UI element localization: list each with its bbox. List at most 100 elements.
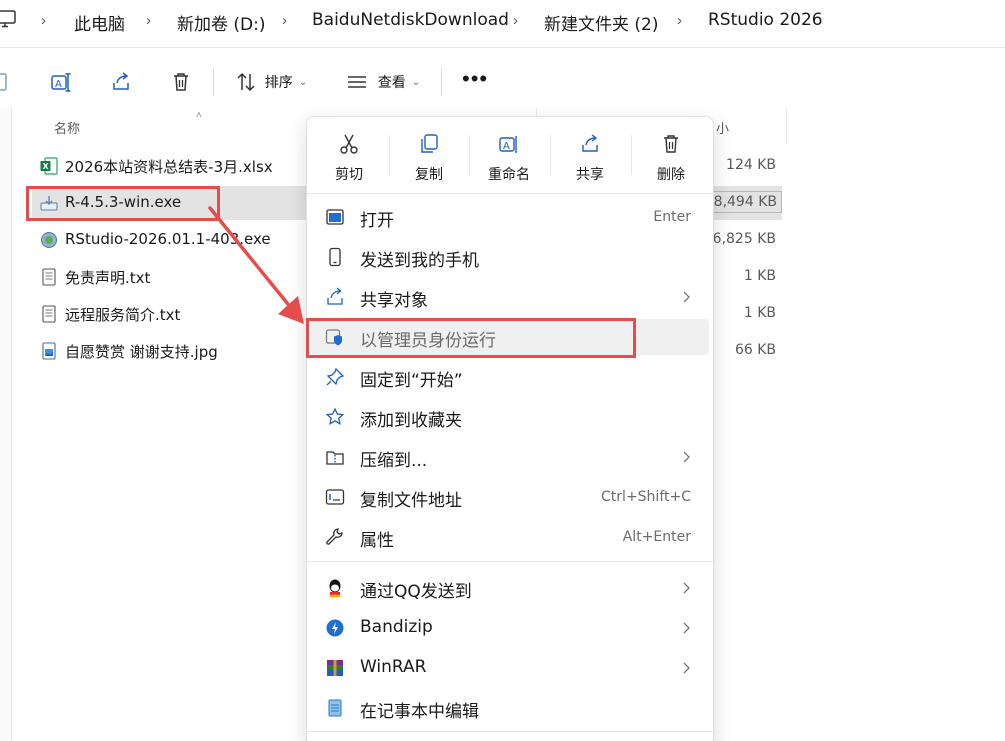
share-icon [327, 287, 343, 305]
share-icon [582, 134, 598, 152]
view-button[interactable]: 查看 ⌄ [342, 64, 424, 100]
column-header-name[interactable]: 名称 [54, 118, 80, 137]
file-size: 6,825 KB [712, 231, 776, 247]
breadcrumb-current-folder[interactable]: RStudio 2026 [708, 10, 823, 30]
copy-label: 复制 [415, 167, 443, 183]
share-button[interactable] [106, 64, 136, 100]
menu-item-compress-to[interactable]: 压缩到... [311, 439, 709, 475]
notepad-icon [328, 699, 342, 717]
menu-item-bandizip[interactable]: Bandizip [311, 610, 709, 646]
menu-item-share-with[interactable]: 共享对象 [311, 279, 709, 315]
menu-item-label: 打开 [360, 211, 394, 231]
file-name: 免责声明.txt [65, 269, 151, 287]
image-file-icon [42, 342, 56, 360]
rename-button[interactable]: A [46, 64, 76, 100]
menu-item-label: 固定到“开始” [360, 371, 463, 391]
chevron-right-icon [683, 662, 690, 674]
svg-text:X: X [43, 162, 50, 171]
rename-label: 重命名 [488, 167, 530, 183]
more-options-button[interactable]: ••• [462, 68, 488, 90]
paste-icon[interactable] [0, 72, 8, 92]
copy-icon [421, 134, 438, 153]
menu-item-label: Bandizip [360, 617, 433, 637]
file-size: 66 KB [734, 342, 776, 358]
toolbar-separator [213, 68, 214, 96]
file-name: 远程服务简介.txt [65, 306, 181, 324]
breadcrumb-separator-icon[interactable]: › [282, 12, 287, 29]
svg-text:A: A [55, 79, 62, 90]
menu-item-winrar[interactable]: WinRAR [311, 650, 709, 686]
file-name: R-4.5.3-win.exe [65, 193, 182, 211]
cut-quick-action[interactable]: 剪切 [311, 125, 387, 189]
trash-icon [174, 73, 188, 91]
sort-ascending-icon: ˄ [196, 110, 202, 121]
file-size: 1 KB [743, 305, 776, 321]
menu-item-label: 共享对象 [360, 291, 428, 311]
delete-button[interactable] [166, 64, 196, 100]
menu-item-pin-to-start[interactable]: 固定到“开始” [311, 359, 709, 395]
breadcrumb-baidu-folder[interactable]: BaiduNetdiskDownload [312, 10, 509, 30]
rename-icon: A [51, 73, 71, 92]
open-window-icon [326, 209, 344, 225]
share-label: 共享 [576, 167, 604, 183]
menu-item-add-to-favorites[interactable]: 添加到收藏夹 [311, 399, 709, 435]
this-pc-icon[interactable] [0, 10, 16, 28]
share-quick-action[interactable]: 共享 [552, 125, 628, 189]
menu-item-label: 通过QQ发送到 [360, 582, 472, 602]
phone-icon [329, 247, 341, 267]
navigation-pane[interactable] [0, 108, 12, 741]
menu-separator [307, 561, 715, 562]
quick-action-separator [389, 135, 390, 175]
quick-action-separator [631, 135, 632, 175]
file-size: 1 KB [743, 268, 776, 284]
winrar-icon [327, 660, 343, 676]
rename-icon: A [499, 136, 517, 153]
breadcrumb-separator-icon[interactable]: › [146, 12, 151, 29]
menu-item-shortcut: Enter [653, 209, 691, 225]
breadcrumb-separator-icon[interactable]: › [677, 12, 682, 29]
trash-icon [664, 135, 678, 153]
menu-item-copy-path[interactable]: 复制文件地址 Ctrl+Shift+C [311, 479, 709, 515]
breadcrumb-separator-icon[interactable]: › [513, 12, 518, 29]
menu-item-label: 压缩到... [360, 451, 428, 471]
menu-item-open[interactable]: 打开 Enter [311, 199, 709, 235]
zip-folder-icon [326, 451, 344, 465]
menu-item-send-via-qq[interactable]: 通过QQ发送到 [311, 570, 709, 606]
menu-item-shortcut: Ctrl+Shift+C [601, 489, 691, 505]
toolbar-divider [0, 47, 1005, 48]
scissors-icon [340, 134, 358, 154]
excel-file-icon: X [40, 157, 58, 175]
share-icon [113, 72, 129, 90]
text-file-icon [42, 268, 56, 286]
cut-label: 剪切 [335, 167, 363, 183]
sort-button[interactable]: 排序 ⌄ [230, 64, 312, 100]
menu-item-label: 属性 [360, 531, 394, 551]
menu-item-label: 以管理员身份运行 [360, 331, 496, 351]
chevron-right-icon [683, 451, 690, 463]
breadcrumb-this-pc[interactable]: 此电脑 [74, 10, 125, 35]
toolbar-separator [441, 68, 442, 96]
column-header-size[interactable]: 小 [716, 118, 729, 137]
menu-item-properties[interactable]: 属性 Alt+Enter [311, 519, 709, 555]
menu-item-run-as-admin[interactable]: 以管理员身份运行 [311, 319, 709, 355]
column-divider[interactable] [786, 108, 787, 144]
breadcrumb-new-folder[interactable]: 新建文件夹 (2) [544, 10, 658, 35]
menu-item-edit-in-notepad[interactable]: 在记事本中编辑 [311, 690, 709, 726]
delete-quick-action[interactable]: 删除 [633, 125, 709, 189]
menu-separator [307, 193, 715, 194]
menu-item-label: 复制文件地址 [360, 491, 462, 511]
breadcrumb-separator-icon[interactable]: › [41, 12, 46, 29]
rename-quick-action[interactable]: A 重命名 [471, 125, 547, 189]
menu-item-send-to-phone[interactable]: 发送到我的手机 [311, 239, 709, 275]
text-file-icon [42, 305, 56, 323]
menu-item-label: 在记事本中编辑 [360, 702, 479, 722]
copy-quick-action[interactable]: 复制 [391, 125, 467, 189]
menu-item-shortcut: Alt+Enter [622, 529, 691, 545]
address-bar[interactable]: › 此电脑 › 新加卷 (D:) › BaiduNetdiskDownload … [0, 0, 1005, 44]
sort-icon [237, 72, 255, 92]
view-label: 查看 [377, 75, 406, 91]
quick-action-separator [550, 135, 551, 175]
context-menu: 剪切 复制 A 重命名 共享 删除 打开 Enter 发送到我的手机 共享对象 … [306, 116, 715, 741]
quick-action-separator [469, 135, 470, 175]
breadcrumb-drive[interactable]: 新加卷 (D:) [177, 10, 266, 35]
